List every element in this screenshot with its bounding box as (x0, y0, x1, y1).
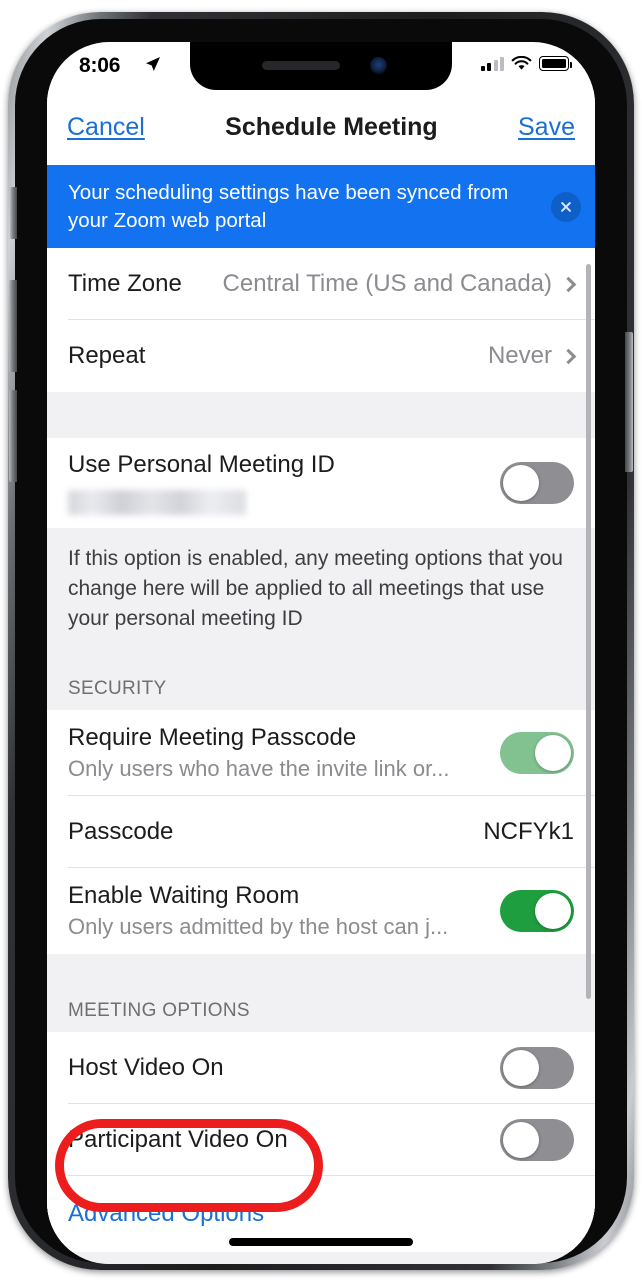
status-time: 8:06 (79, 54, 121, 77)
schedule-group: Time Zone Central Time (US and Canada) R… (47, 248, 595, 392)
volume-down-button[interactable] (9, 390, 17, 482)
row-host-video-on[interactable]: Host Video On (47, 1032, 595, 1104)
repeat-text: Never (487, 342, 552, 369)
phone-screen: 8:06 Cancel Schedule Meeting Save Your s… (47, 42, 595, 1264)
close-icon[interactable] (551, 191, 581, 222)
row-repeat[interactable]: Repeat Never (47, 320, 595, 392)
save-button[interactable]: Save (518, 113, 575, 142)
home-indicator[interactable] (229, 1238, 413, 1246)
row-passcode-value: NCFYk1 (483, 818, 574, 845)
toggle-require-meeting-passcode[interactable] (500, 732, 574, 774)
group-separator (47, 954, 595, 1000)
row-passcode[interactable]: Passcode NCFYk1 (47, 796, 595, 868)
section-header-security: SECURITY (47, 654, 595, 710)
row-enable-waiting-room[interactable]: Enable Waiting Room Only users admitted … (47, 868, 595, 954)
row-waiting-room-sub: Only users admitted by the host can j... (68, 914, 449, 939)
vertical-scrollbar[interactable] (586, 264, 591, 999)
sync-banner-message: Your scheduling settings have been synce… (68, 180, 509, 232)
chevron-right-icon (560, 276, 577, 292)
toggle-participant-video-on[interactable] (500, 1119, 574, 1161)
navigation-bar: Cancel Schedule Meeting Save (47, 90, 595, 165)
row-time-zone[interactable]: Time Zone Central Time (US and Canada) (47, 248, 595, 320)
earpiece-speaker (262, 61, 340, 70)
cellular-signal-icon (480, 56, 504, 71)
sync-banner: Your scheduling settings have been synce… (47, 165, 595, 248)
toggle-use-personal-meeting-id[interactable] (500, 462, 574, 504)
toggle-host-video-on[interactable] (500, 1047, 574, 1089)
volume-up-button[interactable] (9, 280, 17, 372)
toggle-enable-waiting-room[interactable] (500, 890, 574, 932)
row-passcode-label: Passcode (68, 818, 174, 845)
row-time-zone-label: Time Zone (68, 270, 182, 297)
pmi-text-stack: Use Personal Meeting ID (68, 451, 335, 515)
advanced-options-link[interactable]: Advanced Options (68, 1200, 264, 1228)
row-waiting-room-label: Enable Waiting Room (68, 882, 300, 909)
row-repeat-value: Never (487, 342, 577, 370)
row-time-zone-value: Central Time (US and Canada) (222, 270, 577, 298)
front-camera (370, 57, 387, 74)
location-arrow-icon (146, 57, 160, 71)
section-header-meeting-options: MEETING OPTIONS (47, 1000, 595, 1032)
group-separator (47, 392, 595, 438)
status-indicators (480, 56, 572, 71)
time-zone-text: Central Time (US and Canada) (222, 270, 552, 297)
row-participant-video-on[interactable]: Participant Video On (47, 1104, 595, 1176)
row-participant-video-label: Participant Video On (68, 1126, 288, 1153)
row-host-video-label: Host Video On (68, 1054, 224, 1081)
row-repeat-label: Repeat (68, 342, 146, 369)
battery-full-icon (539, 56, 572, 71)
pmi-footnote: If this option is enabled, any meeting o… (47, 528, 595, 654)
cancel-button[interactable]: Cancel (67, 113, 145, 142)
page-title: Schedule Meeting (225, 113, 438, 141)
security-group: Require Meeting Passcode Only users who … (47, 710, 595, 954)
chevron-right-icon (560, 348, 577, 364)
require-passcode-text-stack: Require Meeting Passcode Only users who … (68, 724, 450, 782)
meeting-options-group: Host Video On Participant Video On Advan… (47, 1032, 595, 1252)
settings-scroll-area[interactable]: Time Zone Central Time (US and Canada) R… (47, 248, 595, 1264)
pmi-group: Use Personal Meeting ID (47, 438, 595, 528)
row-use-personal-meeting-id[interactable]: Use Personal Meeting ID (47, 438, 595, 528)
phone-frame: 8:06 Cancel Schedule Meeting Save Your s… (8, 12, 634, 1270)
power-button[interactable] (625, 332, 633, 472)
silent-switch[interactable] (10, 187, 17, 239)
wifi-icon (511, 56, 532, 70)
waiting-room-text-stack: Enable Waiting Room Only users admitted … (68, 882, 448, 940)
notch (190, 42, 452, 90)
row-use-pmi-label: Use Personal Meeting ID (68, 451, 335, 478)
row-require-meeting-passcode[interactable]: Require Meeting Passcode Only users who … (47, 710, 595, 796)
redacted-meeting-id (68, 490, 246, 515)
row-require-passcode-sub: Only users who have the invite link or..… (68, 756, 450, 781)
row-require-passcode-label: Require Meeting Passcode (68, 724, 357, 751)
